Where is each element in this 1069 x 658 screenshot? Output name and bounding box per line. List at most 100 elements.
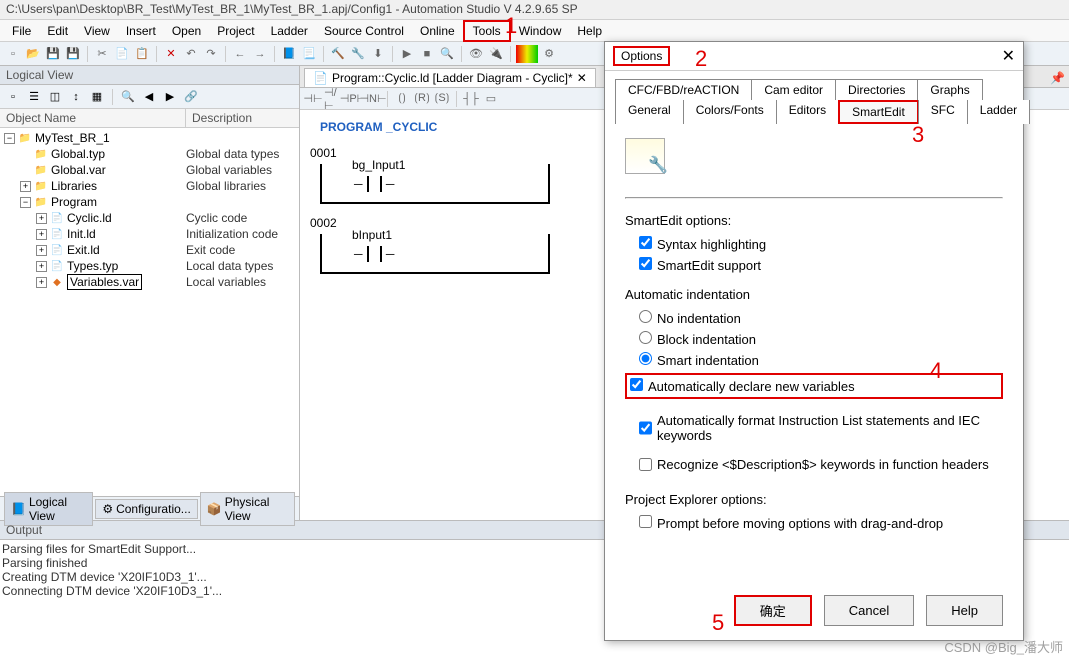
tab-general[interactable]: General [615,100,684,124]
search-icon[interactable]: 🔍 [438,45,456,63]
sb-back-icon[interactable]: ◀ [140,88,158,106]
tab-physical-view[interactable]: 📦Physical View [200,492,295,526]
menu-window[interactable]: Window [511,22,570,40]
ok-button[interactable]: 确定 [734,595,812,626]
save-icon[interactable]: 💾 [44,45,62,63]
checkbox-autofmt[interactable] [639,413,652,443]
contact[interactable]: ─ ─ [352,246,396,262]
menu-online[interactable]: Online [412,22,463,40]
tree-item[interactable]: −📁MyTest_BR_1 [2,130,297,146]
paste-icon[interactable]: 📋 [133,45,151,63]
build-icon[interactable]: 🔨 [329,45,347,63]
checkbox-recognize[interactable] [639,457,652,472]
tree-item[interactable]: +📁LibrariesGlobal libraries [2,178,297,194]
expand-icon[interactable]: + [36,229,47,240]
opt-syntax[interactable]: Syntax highlighting [639,236,1003,252]
sb-list-icon[interactable]: ☰ [25,88,43,106]
tab-editors[interactable]: Editors [776,100,839,124]
project-tree[interactable]: −📁MyTest_BR_1📁Global.typGlobal data type… [0,128,299,496]
tree-col-name[interactable]: Object Name [0,109,186,127]
rung[interactable]: bInput1 ─ ─ [320,234,550,274]
opt-recognize[interactable]: Recognize <$Description$> keywords in fu… [639,457,1003,472]
sb-filter-icon[interactable]: ▦ [88,88,106,106]
tree-item[interactable]: 📁Global.varGlobal variables [2,162,297,178]
checkbox-prompt[interactable] [639,515,652,528]
back-icon[interactable]: ← [231,45,249,63]
tab-sfc[interactable]: SFC [918,100,968,124]
book-icon[interactable]: 📘 [280,45,298,63]
expand-icon[interactable]: + [36,245,47,256]
tab-logical-view[interactable]: 📘Logical View [4,492,93,526]
menu-file[interactable]: File [4,22,39,40]
tree-col-desc[interactable]: Description [186,109,258,127]
expand-icon[interactable]: + [20,181,31,192]
fb-icon[interactable]: ▭ [482,90,500,108]
tab-graphs[interactable]: Graphs [917,79,982,100]
list-icon[interactable]: 📃 [300,45,318,63]
undo-icon[interactable]: ↶ [182,45,200,63]
checkbox-autodecl[interactable] [630,378,643,391]
opt-blockindent[interactable]: Block indentation [639,331,1003,347]
menu-help[interactable]: Help [569,22,610,40]
tab-smartedit[interactable]: SmartEdit [838,100,919,124]
status-icon[interactable] [516,45,538,63]
monitor-icon[interactable]: 👁 [467,45,485,63]
sb-search-icon[interactable]: 🔍 [119,88,137,106]
tree-item[interactable]: +📄Cyclic.ldCyclic code [2,210,297,226]
sb-sort-icon[interactable]: ↕ [67,88,85,106]
rebuild-icon[interactable]: 🔧 [349,45,367,63]
expand-icon[interactable]: + [36,213,47,224]
sb-ref-icon[interactable]: 🔗 [182,88,200,106]
menu-view[interactable]: View [76,22,118,40]
close-icon[interactable]: ✕ [1002,46,1015,66]
menu-open[interactable]: Open [164,22,209,40]
expand-icon[interactable]: − [4,133,15,144]
ncontact2-icon[interactable]: ⊣N⊢ [364,90,382,108]
pin-icon[interactable]: 📌 [1050,71,1065,85]
tree-item[interactable]: +📄Types.typLocal data types [2,258,297,274]
checkbox-syntax[interactable] [639,236,652,249]
menu-tools[interactable]: Tools [463,20,511,42]
checkbox-smartedit[interactable] [639,257,652,270]
branch-icon[interactable]: ┤├ [462,90,480,108]
redo-icon[interactable]: ↷ [202,45,220,63]
tree-item[interactable]: −📁Program [2,194,297,210]
tree-item[interactable]: +📄Exit.ldExit code [2,242,297,258]
coil-icon[interactable]: ⟮⟯ [393,90,411,108]
opt-autofmt[interactable]: Automatically format Instruction List st… [639,413,1003,443]
opt-noindent[interactable]: No indentation [639,310,1003,326]
sb-expand-icon[interactable]: ▫ [4,88,22,106]
stop-icon[interactable]: ■ [418,45,436,63]
cancel-button[interactable]: Cancel [824,595,914,626]
close-tab-icon[interactable]: ✕ [577,71,587,85]
menu-source-control[interactable]: Source Control [316,22,412,40]
run-icon[interactable]: ▶ [398,45,416,63]
help-button[interactable]: Help [926,595,1003,626]
scoil-icon[interactable]: ⟮S⟯ [433,90,451,108]
config-icon[interactable]: ⚙ [540,45,558,63]
radio-noindent[interactable] [639,310,652,323]
saveall-icon[interactable]: 💾 [64,45,82,63]
radio-smartindent[interactable] [639,352,652,365]
opt-smartedit[interactable]: SmartEdit support [639,257,1003,273]
contact[interactable]: ─ ─ [352,176,396,192]
cut-icon[interactable]: ✂ [93,45,111,63]
rcoil-icon[interactable]: ⟮R⟯ [413,90,431,108]
opt-smartindent[interactable]: Smart indentation [639,352,1003,368]
editor-tab[interactable]: 📄 Program::Cyclic.ld [Ladder Diagram - C… [304,68,596,87]
copy-icon[interactable]: 📄 [113,45,131,63]
expand-icon[interactable]: + [36,261,47,272]
tab-cam[interactable]: Cam editor [751,79,836,100]
tab-directories[interactable]: Directories [835,79,918,100]
opt-autodecl[interactable]: Automatically declare new variables [625,373,1003,399]
open-icon[interactable]: 📂 [24,45,42,63]
tab-ladder[interactable]: Ladder [967,100,1030,124]
menu-edit[interactable]: Edit [39,22,76,40]
sb-cols-icon[interactable]: ◫ [46,88,64,106]
tab-config-view[interactable]: ⚙Configuratio... [95,499,197,519]
opt-prompt[interactable]: Prompt before moving options with drag-a… [639,515,1003,531]
expand-icon[interactable]: + [36,277,47,288]
online-icon[interactable]: 🔌 [487,45,505,63]
rung[interactable]: bg_Input1 ─ ─ [320,164,550,204]
tree-item[interactable]: +📄Init.ldInitialization code [2,226,297,242]
